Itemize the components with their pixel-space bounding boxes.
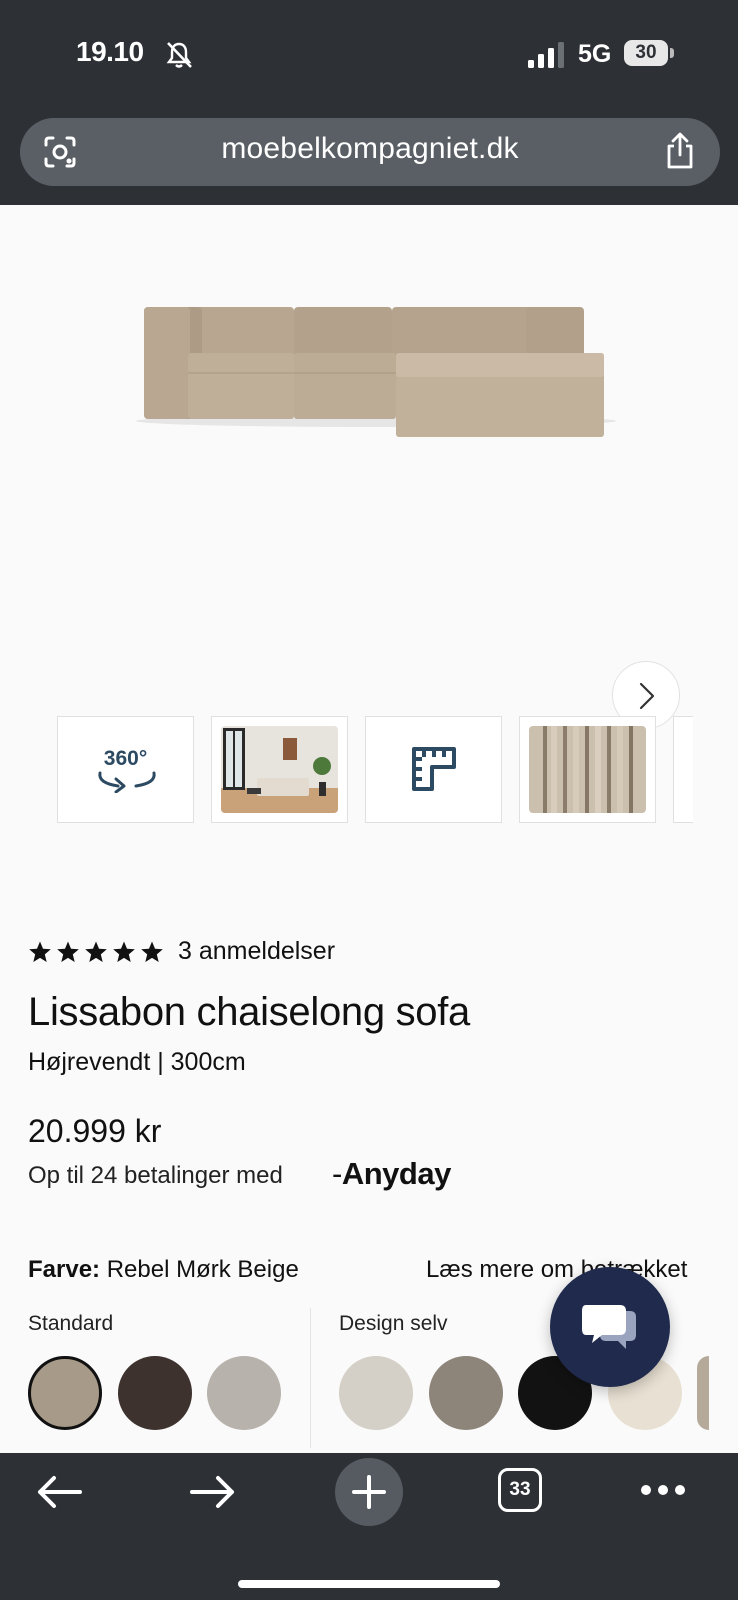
review-count[interactable]: 3 anmeldelser	[178, 937, 335, 966]
swatch-group-standard: Standard	[28, 1312, 114, 1335]
rating-stars[interactable]	[28, 940, 164, 966]
ruler-icon	[412, 747, 456, 791]
star-icon	[141, 941, 163, 962]
color-label-value: Rebel Mørk Beige	[106, 1256, 299, 1283]
cellular-signal-icon	[528, 42, 564, 68]
thumbnail-more[interactable]	[673, 716, 693, 823]
silent-bell-icon	[166, 42, 192, 68]
color-label: Farve: Rebel Mørk Beige	[28, 1256, 299, 1284]
more-options-icon[interactable]	[640, 1483, 686, 1497]
fabric-photo	[529, 726, 646, 813]
swatch-divider	[310, 1308, 311, 1448]
swatch-design-5[interactable]	[697, 1356, 709, 1430]
url-text: moebelkompagniet.dk	[221, 132, 519, 165]
product-image-sofa	[136, 307, 616, 437]
battery-level: 30	[624, 40, 668, 66]
swatch-design-1[interactable]	[339, 1356, 413, 1430]
address-bar[interactable]: moebelkompagniet.dk	[20, 118, 720, 186]
share-icon[interactable]	[662, 132, 698, 170]
swatch-standard-2[interactable]	[118, 1356, 192, 1430]
thumbnail-dimensions[interactable]	[365, 716, 502, 823]
status-time: 19.10	[76, 36, 144, 67]
new-tab-button[interactable]	[335, 1458, 403, 1526]
thumbnail-fabric[interactable]	[519, 716, 656, 823]
network-type: 5G	[578, 40, 612, 68]
browser-top-bar: 19.10 5G 30 moebelkompagniet.dk	[0, 0, 738, 205]
product-price: 20.999 kr	[28, 1113, 162, 1149]
swatch-standard-1[interactable]	[28, 1356, 102, 1430]
forward-arrow-icon[interactable]	[190, 1475, 236, 1509]
thumbnail-room[interactable]	[211, 716, 348, 823]
product-variant: Højrevendt | 300cm	[28, 1048, 246, 1076]
rotate-360-icon	[98, 771, 156, 793]
color-label-key: Farve:	[28, 1256, 101, 1283]
chat-bubbles-icon	[582, 1305, 636, 1349]
anyday-label: Anyday	[341, 1156, 451, 1191]
swatch-group-design: Design selv	[339, 1312, 448, 1335]
product-image-carousel[interactable]	[0, 205, 738, 729]
chevron-right-icon	[639, 682, 655, 710]
product-title: Lissabon chaiselong sofa	[28, 990, 470, 1034]
room-photo	[221, 726, 338, 813]
anyday-logo[interactable]: ‑Anyday	[332, 1156, 451, 1192]
tab-count-button[interactable]: 33	[498, 1468, 542, 1512]
plus-icon	[352, 1475, 386, 1509]
star-icon	[113, 941, 135, 962]
chat-button[interactable]	[550, 1267, 670, 1387]
star-icon	[85, 941, 107, 962]
browser-bottom-bar: 33	[0, 1453, 738, 1600]
back-arrow-icon[interactable]	[36, 1475, 82, 1509]
swatch-design-2[interactable]	[429, 1356, 503, 1430]
thumbnail-360[interactable]: 360°	[57, 716, 194, 823]
installments-text: Op til 24 betalinger med	[28, 1162, 283, 1189]
battery-icon: 30	[624, 40, 674, 68]
swatch-standard-3[interactable]	[207, 1356, 281, 1430]
home-indicator	[238, 1580, 500, 1588]
star-icon	[29, 941, 51, 962]
star-icon	[57, 941, 79, 962]
